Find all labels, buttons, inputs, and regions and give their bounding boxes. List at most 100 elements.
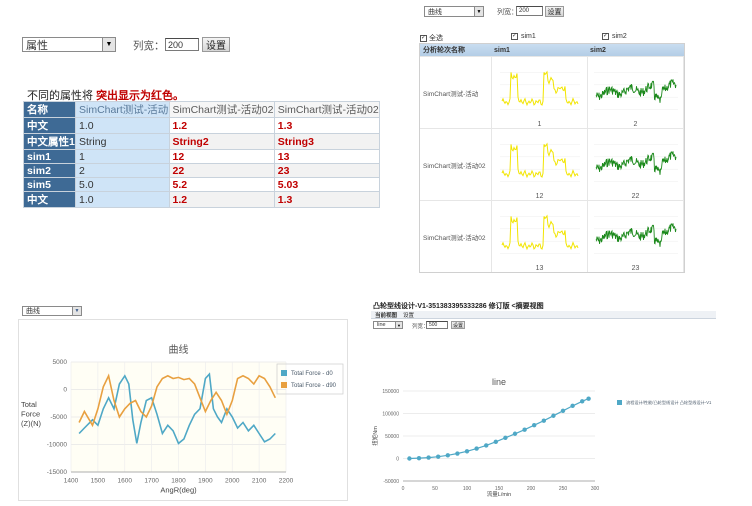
value-cell: 13 <box>273 149 381 164</box>
x-tick-label: 1600 <box>118 478 133 485</box>
sim2-caption: 2 <box>633 121 638 128</box>
legend-label: Total Force - d90 <box>291 383 337 389</box>
data-point <box>455 451 460 456</box>
x-tick-label: 200 <box>527 486 536 492</box>
header-cell-activity: SimChart测试-活动 <box>75 101 170 118</box>
chevron-down-icon[interactable]: ▼ <box>474 7 483 16</box>
chevron-down-icon[interactable]: ▼ <box>395 322 402 328</box>
column-width-input[interactable]: 500 <box>426 321 448 329</box>
view-select-value: 曲线 <box>26 308 40 315</box>
view-select-value: 曲线 <box>428 8 442 16</box>
sim1-thumbnail-chart[interactable] <box>499 132 580 192</box>
column-width-input[interactable]: 200 <box>165 38 199 51</box>
tab-current-view[interactable]: 当前视图 <box>375 311 397 319</box>
legend-box <box>276 363 344 395</box>
x-tick-label: 300 <box>591 486 600 492</box>
sim2-thumbnail-chart[interactable] <box>593 204 678 264</box>
sim2-thumbnail-chart[interactable] <box>593 132 678 192</box>
checkbox-checked-icon[interactable]: ✓ <box>420 34 427 42</box>
sim1-chart-cell: 1 <box>492 57 588 128</box>
line-chart: 150000100000500000-500000 50 100 150 200 250 3… <box>371 377 712 498</box>
table-row: 中文 1.0 1.2 1.3 <box>23 117 381 134</box>
set-width-button[interactable]: 设置 <box>202 37 230 52</box>
attribute-select[interactable]: 属性 ▼ <box>22 37 116 52</box>
attribute-select-value: 属性 <box>26 39 48 52</box>
column-width-input[interactable]: 200 <box>516 6 543 16</box>
check-all[interactable]: ✓ 全选 <box>420 33 443 43</box>
x-tick-label: 1400 <box>64 478 79 485</box>
check-sim1[interactable]: ✓ sim1 <box>511 33 536 40</box>
data-point <box>407 456 412 461</box>
check-sim2[interactable]: ✓ sim2 <box>602 33 627 40</box>
col-sim2-header: sim2 <box>590 46 606 54</box>
data-point <box>436 454 441 459</box>
data-point <box>474 446 479 451</box>
col-sim1-header: sim1 <box>494 46 510 54</box>
x-tick-label: 2000 <box>225 478 240 485</box>
property-compare-table: 名称 SimChart测试-活动 SimChart测试-活动02 SimChart测试… <box>23 101 381 208</box>
value-cell: 2 <box>75 163 170 178</box>
value-cell: 1.3 <box>273 191 381 208</box>
view-select[interactable]: 曲线 ▼ <box>22 306 82 316</box>
set-width-button[interactable]: 设置 <box>545 6 564 17</box>
check-all-label: 全选 <box>429 35 443 42</box>
column-width-label: 列宽： <box>497 9 518 16</box>
value-cell: 23 <box>273 163 381 178</box>
chart-type-select[interactable]: line ▼ <box>373 321 403 329</box>
chevron-down-icon[interactable]: ▼ <box>72 307 81 315</box>
x-tick-label: 0 <box>402 486 405 492</box>
data-point <box>522 427 527 432</box>
analysis-name: SimChart测试-活动02 <box>420 201 492 272</box>
set-width-button[interactable]: 设置 <box>451 321 465 329</box>
page-title: 凸轮型线设计-V1-351383395333286 修订版 <摘要视图 <box>373 303 544 310</box>
sim1-chart-cell: 13 <box>492 201 588 272</box>
table-row: 中文 1.0 1.2 1.3 <box>23 191 381 208</box>
row-label: 中文 <box>23 117 76 134</box>
y-axis-label: 扭矩Nm <box>371 426 379 446</box>
checkbox-checked-icon[interactable]: ✓ <box>602 33 609 40</box>
y-tick-label: -5000 <box>50 414 67 421</box>
view-select[interactable]: 曲线 ▼ <box>424 6 484 17</box>
y-tick-label: 150000 <box>382 389 399 395</box>
sim1-thumbnail-chart[interactable] <box>499 60 580 120</box>
curve-grid-header: 分析轮次名称 sim1 sim2 <box>420 44 684 56</box>
force-chart-panel: 5000 0 -5000 -10000 -15000 1400 1500 1600 1700 18… <box>18 319 348 501</box>
table-row: sim2 2 22 23 <box>23 163 381 178</box>
chart-title: line <box>492 377 506 387</box>
header-cell-activity: SimChart测试-活动02 <box>168 101 275 118</box>
col-name-header: 分析轮次名称 <box>423 47 465 54</box>
x-tick-label: 2200 <box>279 478 294 485</box>
curve-grid-row: SimChart测试-活动02 12 22 <box>420 128 684 200</box>
y-tick-label: 5000 <box>53 359 68 366</box>
value-cell: 1.3 <box>273 117 381 134</box>
checkbox-checked-icon[interactable]: ✓ <box>511 33 518 40</box>
x-tick-label: 2100 <box>252 478 267 485</box>
data-point <box>445 453 450 458</box>
value-cell: String3 <box>273 133 381 150</box>
chart-type-value: line <box>377 322 386 328</box>
row-label: sim1 <box>23 149 76 164</box>
data-point <box>580 399 585 404</box>
data-point <box>484 443 489 448</box>
y-tick-label: -15000 <box>47 469 68 476</box>
x-tick-label: 1700 <box>144 478 159 485</box>
sim2-chart-cell: 23 <box>588 201 684 272</box>
legend-label: 流程设计/性能/凸轮型线设计 凸轮型线设计-V1 <box>626 399 712 406</box>
y-tick-label: -50000 <box>383 479 399 485</box>
x-axis-label: 流量L/min <box>487 490 511 498</box>
value-cell: 5.03 <box>273 177 381 192</box>
table-row: 中文属性1 String String2 String3 <box>23 133 381 150</box>
y-tick-label: 100000 <box>382 412 399 418</box>
curve-grid-row: SimChart测试-活动02 13 23 <box>420 200 684 272</box>
sim2-thumbnail-chart[interactable] <box>593 60 678 120</box>
y-tick-label: 50000 <box>385 434 399 440</box>
chevron-down-icon[interactable]: ▼ <box>102 38 115 51</box>
header-cell-activity: SimChart测试-活动02 <box>273 101 381 118</box>
value-cell: String <box>75 133 170 150</box>
sim1-thumbnail-chart[interactable] <box>499 204 580 264</box>
y-axis-label: (Z)(N) <box>21 419 41 428</box>
sim2-caption: 23 <box>631 265 640 272</box>
y-axis-label: Force <box>21 410 40 419</box>
tab-settings[interactable]: 设置 <box>403 311 414 319</box>
data-point <box>426 455 431 460</box>
